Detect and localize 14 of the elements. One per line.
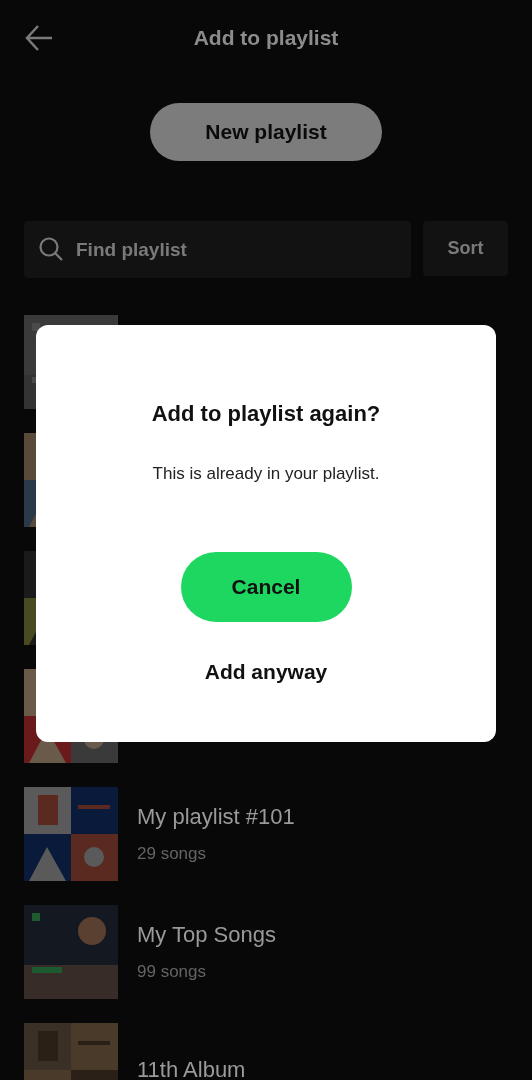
playlist-title[interactable]: My playlist #101 [137, 804, 295, 830]
new-playlist-button[interactable]: New playlist [150, 103, 382, 161]
song-count: 99 songs [137, 962, 207, 982]
search-field[interactable]: Find playlist [24, 221, 411, 278]
song-count: 29 songs [137, 844, 207, 864]
back-arrow-icon[interactable] [24, 24, 54, 52]
dialog-message: This is already in your playlist. [152, 464, 380, 484]
sort-button[interactable]: Sort [423, 221, 508, 276]
dialog-title: Add to playlist again? [151, 401, 381, 427]
playlist-title[interactable]: My Top Songs [137, 922, 276, 948]
cancel-button[interactable]: Cancel [180, 552, 352, 622]
playlist-title[interactable]: 11th Album [137, 1057, 246, 1080]
page-title: Add to playlist [193, 26, 339, 50]
add-anyway-button[interactable]: Add anyway [204, 660, 328, 684]
